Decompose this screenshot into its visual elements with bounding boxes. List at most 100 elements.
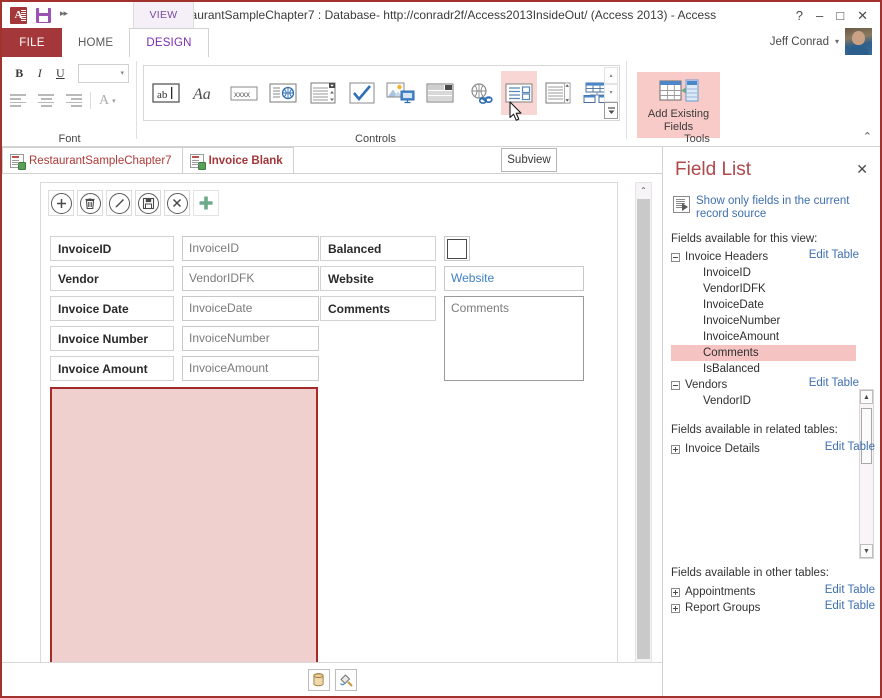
field-comments[interactable]: Comments (444, 296, 584, 381)
field-node-invoicedate[interactable]: InvoiceDate (671, 297, 867, 313)
font-size-select[interactable]: ▾ (77, 63, 129, 83)
label-control[interactable]: Aa (187, 71, 222, 115)
text-box-control[interactable]: ab (148, 71, 183, 115)
field-node-comments[interactable]: Comments (671, 345, 856, 361)
chevron-down-icon[interactable]: ▾ (835, 37, 839, 46)
label-invoice-amount[interactable]: Invoice Amount (50, 356, 174, 381)
edit-record-button[interactable] (106, 190, 132, 216)
tab-file[interactable]: FILE (2, 28, 62, 57)
bold-button[interactable]: B (10, 63, 29, 83)
field-list-scrollbar[interactable]: ▲ ▼ (859, 389, 874, 559)
gallery-scroll-up[interactable]: ▴ (604, 67, 618, 85)
close-icon[interactable]: ✕ (857, 9, 868, 22)
scroll-up-button[interactable]: ⌃ (636, 183, 651, 198)
field-list-scroll-up[interactable]: ▲ (860, 390, 873, 404)
customize-qat-icon[interactable]: ▸▸ (60, 8, 68, 22)
label-invoice-date[interactable]: Invoice Date (50, 296, 174, 321)
field-balanced-wrapper[interactable] (444, 236, 470, 261)
align-right-button[interactable] (60, 93, 82, 109)
field-website[interactable]: Website (444, 266, 584, 291)
add-existing-fields-button[interactable]: Add Existing Fields (637, 72, 720, 138)
combo-box-control[interactable] (305, 71, 340, 115)
gallery-scroll-down[interactable]: ▾ (604, 84, 618, 102)
table-node-invoice-details[interactable]: Invoice Details Edit Table (671, 441, 875, 457)
field-node-invoicenumber[interactable]: InvoiceNumber (671, 313, 867, 329)
align-center-button[interactable] (35, 93, 57, 109)
account-area[interactable]: Jeff Conrad ▾ (770, 28, 880, 57)
label-comments[interactable]: Comments (320, 296, 436, 321)
edit-table-link-invoice-details[interactable]: Edit Table (825, 441, 875, 453)
table-node-invoice-headers[interactable]: Invoice Headers Edit Table (671, 249, 867, 265)
save-record-button[interactable] (135, 190, 161, 216)
image-control[interactable] (384, 71, 419, 115)
collapse-ribbon-button[interactable]: ⌃ (863, 130, 872, 143)
access-app-icon[interactable]: A (10, 6, 27, 24)
edit-table-link-vendors[interactable]: Edit Table (809, 377, 859, 389)
add-action-button[interactable] (193, 190, 219, 216)
gallery-more-button[interactable] (604, 101, 618, 119)
minimize-icon[interactable]: – (816, 9, 823, 22)
label-balanced[interactable]: Balanced (320, 236, 436, 261)
form-surface[interactable]: InvoiceID InvoiceID Vendor VendorIDFK In… (40, 182, 618, 672)
field-invoice-date[interactable]: InvoiceDate (182, 296, 319, 321)
table-node-vendors[interactable]: Vendors Edit Table (671, 377, 867, 393)
field-invoice-number[interactable]: InvoiceNumber (182, 326, 319, 351)
hyperlink-box-control[interactable] (266, 71, 301, 115)
expand-icon[interactable] (671, 444, 680, 454)
help-icon[interactable]: ? (796, 9, 803, 22)
contextual-tab-view[interactable]: VIEW (133, 2, 194, 28)
label-invoice-number[interactable]: Invoice Number (50, 326, 174, 351)
label-invoiceid[interactable]: InvoiceID (50, 236, 174, 261)
table-node-report-groups[interactable]: Report Groups Edit Table (671, 600, 875, 616)
table-node-appointments[interactable]: Appointments Edit Table (671, 584, 875, 600)
tab-design[interactable]: DESIGN (129, 28, 209, 57)
scrollbar-thumb[interactable] (637, 199, 650, 659)
avatar[interactable] (845, 28, 872, 55)
field-node-isbalanced[interactable]: IsBalanced (671, 361, 867, 377)
subview-placeholder[interactable] (50, 387, 318, 672)
hyperlink-control[interactable] (462, 71, 497, 115)
field-node-vendorid[interactable]: VendorID (671, 393, 867, 409)
edit-table-link-invoice-headers[interactable]: Edit Table (809, 249, 859, 261)
close-field-list-button[interactable]: ✕ (856, 161, 868, 178)
save-icon[interactable] (36, 7, 51, 23)
label-vendor[interactable]: Vendor (50, 266, 174, 291)
list-box-control[interactable] (541, 71, 576, 115)
underline-button[interactable]: U (51, 63, 70, 83)
field-list-scroll-down[interactable]: ▼ (860, 544, 873, 558)
field-invoiceid[interactable]: InvoiceID (182, 236, 319, 261)
canvas-scrollbar[interactable]: ⌃ ⌄ (635, 182, 652, 686)
field-node-vendoridfk[interactable]: VendorIDFK (671, 281, 867, 297)
show-only-current-source[interactable]: Show only fields in the current record s… (673, 195, 873, 221)
formatting-button[interactable] (334, 668, 357, 691)
field-node-invoiceid[interactable]: InvoiceID (671, 265, 867, 281)
align-left-button[interactable] (10, 93, 32, 109)
label-website[interactable]: Website (320, 266, 436, 291)
font-color-button[interactable]: A (99, 93, 109, 109)
add-record-button[interactable] (48, 190, 74, 216)
section-related-header: Fields available in related tables: (671, 424, 838, 436)
delete-record-button[interactable] (77, 190, 103, 216)
collapse-icon[interactable] (671, 252, 680, 262)
field-invoice-amount[interactable]: InvoiceAmount (182, 356, 319, 381)
field-node-invoiceamount[interactable]: InvoiceAmount (671, 329, 867, 345)
checkbox-balanced[interactable] (447, 238, 467, 259)
chevron-down-icon[interactable]: ▾ (112, 97, 116, 105)
tab-home[interactable]: HOME (62, 28, 129, 57)
expand-icon[interactable] (671, 587, 680, 597)
document-tab-invoice-blank[interactable]: Invoice Blank (181, 147, 294, 173)
cancel-edits-button[interactable] (164, 190, 190, 216)
collapse-icon[interactable] (671, 380, 680, 390)
italic-button[interactable]: I (31, 63, 50, 83)
unbound-control[interactable]: xxxx (227, 71, 262, 115)
edit-table-link-appointments[interactable]: Edit Table (825, 584, 875, 596)
edit-table-link-report-groups[interactable]: Edit Table (825, 600, 875, 612)
field-vendor[interactable]: VendorIDFK (182, 266, 319, 291)
subview-control[interactable] (501, 71, 537, 115)
maximize-icon[interactable]: □ (836, 9, 844, 22)
expand-icon[interactable] (671, 603, 680, 613)
web-browser-control[interactable] (423, 71, 458, 115)
check-box-control[interactable] (344, 71, 379, 115)
data-source-button[interactable] (307, 668, 330, 691)
document-tab-restaurantsamplechapter7[interactable]: RestaurantSampleChapter7 (2, 147, 183, 173)
